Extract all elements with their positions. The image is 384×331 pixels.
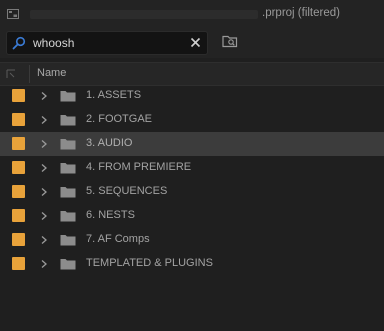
project-icon[interactable] bbox=[7, 9, 19, 19]
bin-name: 4. FROM PREMIERE bbox=[86, 161, 192, 173]
chevron-right-icon[interactable] bbox=[40, 211, 48, 221]
search-icon bbox=[12, 36, 26, 50]
chevron-right-icon[interactable] bbox=[40, 163, 48, 173]
search-box[interactable] bbox=[6, 31, 208, 55]
chevron-right-icon[interactable] bbox=[40, 115, 48, 125]
project-panel: .prproj (filtered) Name 1. A bbox=[0, 0, 384, 331]
bin-row[interactable]: 5. SEQUENCES bbox=[0, 180, 384, 204]
label-color-swatch[interactable] bbox=[12, 89, 25, 102]
bin-list: 1. ASSETS 2. FOOTGAE 3. AUDIO 4. FROM PREMI… bbox=[0, 84, 384, 276]
folder-icon bbox=[60, 115, 76, 126]
label-color-swatch[interactable] bbox=[12, 233, 25, 246]
label-color-swatch[interactable] bbox=[12, 113, 25, 126]
name-column-header[interactable]: Name bbox=[37, 67, 66, 79]
bin-row[interactable]: 1. ASSETS bbox=[0, 84, 384, 108]
folder-icon bbox=[60, 187, 76, 198]
bin-row[interactable]: 6. NESTS bbox=[0, 204, 384, 228]
clear-search-icon[interactable] bbox=[190, 37, 201, 48]
folder-icon bbox=[60, 211, 76, 222]
chevron-right-icon[interactable] bbox=[40, 91, 48, 101]
bin-name: TEMPLATED & PLUGINS bbox=[86, 257, 213, 269]
folder-icon bbox=[60, 91, 76, 102]
chevron-right-icon[interactable] bbox=[40, 187, 48, 197]
folder-icon bbox=[60, 235, 76, 246]
bin-name: 1. ASSETS bbox=[86, 89, 142, 101]
column-header: Name bbox=[0, 62, 384, 86]
bin-row[interactable]: 7. AF Comps bbox=[0, 228, 384, 252]
bin-row[interactable]: 3. AUDIO bbox=[0, 132, 384, 156]
search-row bbox=[0, 28, 384, 58]
label-color-swatch[interactable] bbox=[12, 257, 25, 270]
new-search-bin-icon[interactable] bbox=[222, 34, 238, 48]
bin-name: 2. FOOTGAE bbox=[86, 113, 153, 125]
bin-row[interactable]: 2. FOOTGAE bbox=[0, 108, 384, 132]
search-input[interactable] bbox=[33, 34, 183, 52]
folder-icon bbox=[60, 259, 76, 270]
label-color-swatch[interactable] bbox=[12, 137, 25, 150]
redacted-project-name bbox=[30, 10, 258, 19]
label-column-handle-icon[interactable] bbox=[6, 69, 16, 79]
bin-row[interactable]: TEMPLATED & PLUGINS bbox=[0, 252, 384, 276]
chevron-right-icon[interactable] bbox=[40, 139, 48, 149]
label-color-swatch[interactable] bbox=[12, 161, 25, 174]
bin-name: 5. SEQUENCES bbox=[86, 185, 168, 197]
column-divider[interactable] bbox=[29, 65, 30, 83]
bin-name: 7. AF Comps bbox=[86, 233, 150, 245]
chevron-right-icon[interactable] bbox=[40, 259, 48, 269]
folder-icon bbox=[60, 163, 76, 174]
panel-title-bar: .prproj (filtered) bbox=[0, 0, 384, 28]
bin-row[interactable]: 4. FROM PREMIERE bbox=[0, 156, 384, 180]
panel-title: .prproj (filtered) bbox=[262, 7, 340, 19]
bin-name: 3. AUDIO bbox=[86, 137, 133, 149]
label-color-swatch[interactable] bbox=[12, 209, 25, 222]
label-color-swatch[interactable] bbox=[12, 185, 25, 198]
folder-icon bbox=[60, 139, 76, 150]
bin-name: 6. NESTS bbox=[86, 209, 135, 221]
chevron-right-icon[interactable] bbox=[40, 235, 48, 245]
